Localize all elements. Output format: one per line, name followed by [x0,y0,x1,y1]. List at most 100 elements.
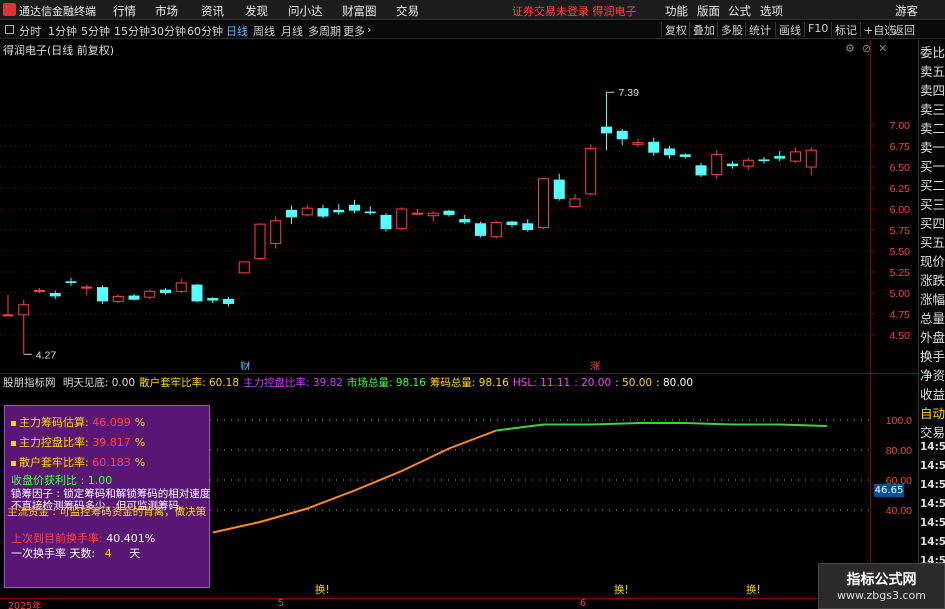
right-nav-item[interactable]: 涨幅 [920,289,945,308]
menu-trade[interactable]: 交易 [396,3,419,19]
right-nav-item[interactable]: 14:56 [920,479,945,491]
right-nav-item[interactable]: 14:56 [920,498,945,510]
candle-body [553,179,565,199]
menu-discover[interactable]: 发现 [245,3,268,19]
right-nav-item[interactable]: 买一 [920,156,945,175]
candle-body [223,298,234,304]
overlay-button[interactable]: 叠加 [689,22,718,37]
candle-body [396,208,408,229]
date-label: 5 [278,598,285,609]
price-tick-label: 6.25 [890,183,911,195]
candle-body [380,214,392,230]
menu-ask[interactable]: 问小达 [288,3,323,19]
right-nav-item[interactable]: 卖五 [920,61,945,80]
candle-body [333,209,345,213]
right-nav-item[interactable]: 换手 [920,346,945,365]
right-nav-item[interactable]: 交易 [920,422,945,441]
main-capital-text: 主流资金 : 可监控筹码资金的背离，做决策 [7,506,207,518]
period-60min[interactable]: 60分钟 [187,23,223,39]
right-nav-item[interactable]: 现价 [920,251,945,270]
candle-body [18,304,30,316]
menu-function[interactable]: 功能 [665,3,688,19]
candle-body [742,159,754,167]
period-daily[interactable]: 日线 [226,23,248,39]
price-tick-label: 5.00 [890,288,911,300]
right-nav-item[interactable]: 卖四 [920,80,945,99]
login-status[interactable]: 证券交易未登录 得润电子 [512,3,637,19]
menu-options[interactable]: 选项 [760,3,783,19]
checkbox-icon[interactable] [5,25,14,34]
info-row: 散户套牢比率: 60.183% [11,454,145,470]
candlestick-chart[interactable]: 7.00 6.75 6.50 6.25 6.00 5.75 5.50 5.25 5.00 4.75… [0,40,918,370]
right-nav-item[interactable]: 自动 [920,403,945,422]
right-nav-item[interactable]: 外盘 [920,327,945,346]
menu-news[interactable]: 资讯 [201,3,224,19]
indicator-tick-label: 100.0 [886,415,912,427]
right-nav-item[interactable]: 委比 [920,42,945,61]
right-side-panel: 委比 卖五 卖四 卖三 卖二 卖一 买一 买二 买三 买四 买五 现价 涨跌 涨幅 总量 外盘 换手 净资 收益 自动… [918,40,945,609]
candle-body [443,210,455,215]
right-nav-item[interactable]: 买三 [920,194,945,213]
period-multi[interactable]: 多周期 [308,23,341,39]
candle-body [270,220,282,244]
candle-body [364,211,376,214]
period-intraday[interactable]: 分时 [19,23,41,39]
chevron-right-icon[interactable]: › [367,23,371,36]
candle-body [254,223,266,260]
panel-divider [0,373,918,374]
period-1min[interactable]: 1分钟 [48,23,77,39]
candle-body [412,212,423,215]
info-row: 主力控盘比率: 39.817% [11,434,145,450]
chart-settings-icons[interactable]: ⚙ ⊘ ✕ [845,42,887,55]
period-30min[interactable]: 30分钟 [150,23,186,39]
candle-body [427,212,439,217]
price-tick-label: 7.00 [890,120,911,132]
right-nav-item[interactable]: 总量 [920,308,945,327]
f10-button[interactable]: F10 [804,22,831,37]
candle-body [490,221,502,238]
period-15min[interactable]: 15分钟 [114,23,150,39]
mark-button[interactable]: 标记 [831,22,860,37]
right-nav-item[interactable]: 14:56 [920,517,945,529]
right-nav-item[interactable]: 买四 [920,213,945,232]
draw-line-button[interactable]: 画线 [775,22,804,37]
candle-body [301,207,313,216]
stats-button[interactable]: 统计 [745,22,774,37]
candle-body [616,130,628,140]
date-label: 6 [580,598,587,609]
period-more[interactable]: 更多 [343,23,365,39]
low-price-label: 4.27 [36,349,57,361]
limit-up-marker: 涨 [590,361,601,370]
back-button[interactable]: 返回 [889,22,918,37]
right-nav-item[interactable]: 买二 [920,175,945,194]
right-nav-item[interactable]: 14:56 [920,536,945,548]
candle-body [664,148,675,156]
right-nav-item[interactable]: 卖二 [920,118,945,137]
menu-quotes[interactable]: 行情 [113,3,136,19]
menu-wealth[interactable]: 财富圈 [342,3,377,19]
right-nav-item[interactable]: 净资 [920,365,945,384]
candle-body [97,287,108,302]
candle-body [711,153,723,176]
right-nav-item[interactable]: 卖三 [920,99,945,118]
guest-user[interactable]: 游客 [895,3,918,19]
menu-formula[interactable]: 公式 [728,3,751,19]
candle-body [81,286,93,289]
menu-market[interactable]: 市场 [155,3,178,19]
adjust-button[interactable]: 复权 [661,22,690,37]
right-nav-item[interactable]: 买五 [920,232,945,251]
candle-body [2,314,14,317]
info-row: 主力筹码估算: 46.099% [11,414,145,430]
right-nav-item[interactable]: 14:56 [920,460,945,472]
right-nav-item[interactable]: 卖一 [920,137,945,156]
right-nav-item[interactable]: 收益 [920,384,945,403]
right-nav-item[interactable]: 涨跌 [920,270,945,289]
period-monthly[interactable]: 月线 [281,23,303,39]
indicator-tick-label: 40.00 [886,505,912,517]
period-weekly[interactable]: 周线 [253,23,275,39]
candle-body [475,223,486,236]
multi-stock-button[interactable]: 多股 [717,22,746,37]
right-nav-item[interactable]: 14:56 [920,441,945,453]
period-5min[interactable]: 5分钟 [81,23,110,39]
menu-layout[interactable]: 版面 [697,3,720,19]
